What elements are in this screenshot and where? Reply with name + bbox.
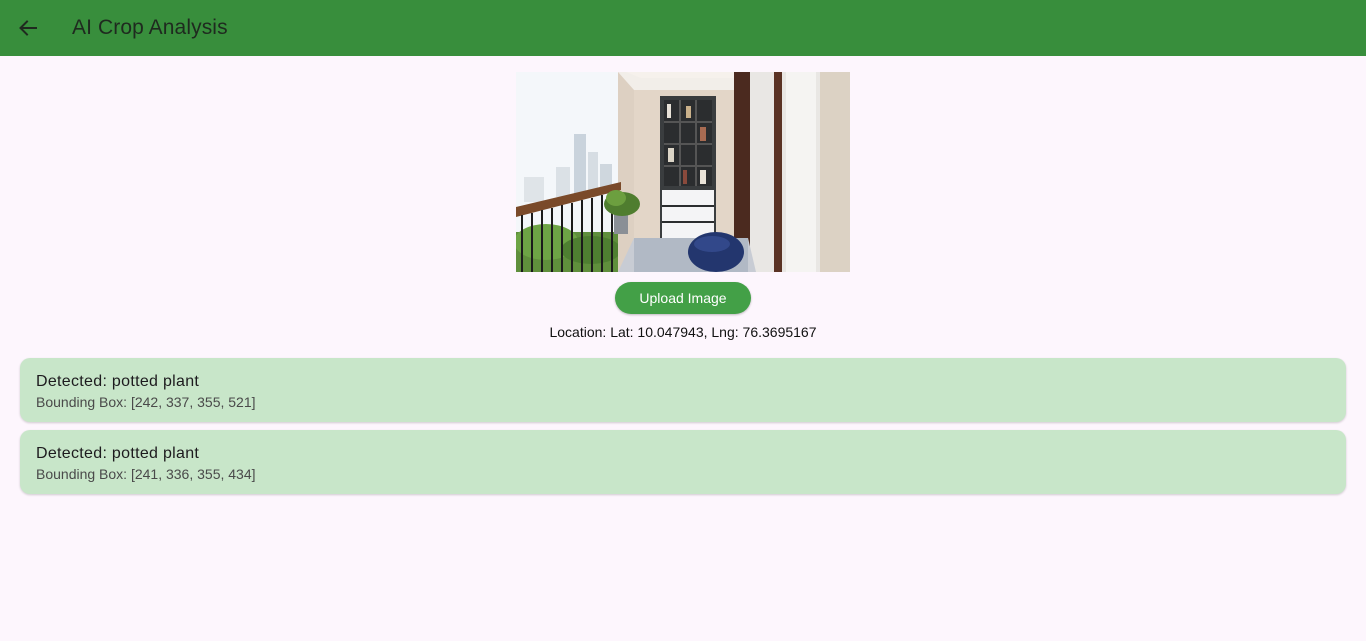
result-bounding-box: Bounding Box: [242, 337, 355, 521] [36, 394, 256, 410]
app-bar: AI Crop Analysis [0, 0, 1366, 56]
result-title: Detected: potted plant [36, 445, 200, 462]
page-title: AI Crop Analysis [72, 16, 228, 39]
result-card: Detected: potted plant Bounding Box: [24… [20, 430, 1346, 494]
result-card: Detected: potted plant Bounding Box: [24… [20, 358, 1346, 422]
uploaded-image [516, 72, 850, 272]
location-text: Location: Lat: 10.047943, Lng: 76.369516… [549, 324, 817, 340]
result-title: Detected: potted plant [36, 373, 200, 390]
back-button[interactable] [14, 14, 42, 42]
results-list: Detected: potted plant Bounding Box: [24… [20, 358, 1346, 502]
upload-image-button[interactable]: Upload Image [615, 282, 751, 314]
result-bounding-box: Bounding Box: [241, 336, 355, 434] [36, 466, 256, 482]
arrow-back-icon [19, 20, 37, 36]
